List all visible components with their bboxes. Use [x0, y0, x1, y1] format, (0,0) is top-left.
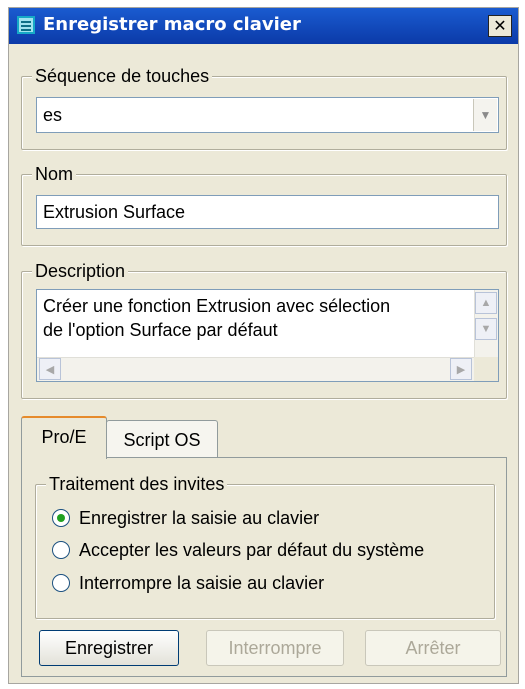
radio-button[interactable]: [52, 574, 70, 592]
scroll-right-icon[interactable]: ▶: [450, 358, 472, 380]
radio-interrupt-input[interactable]: Interrompre la saisie au clavier: [52, 571, 324, 595]
interrupt-button[interactable]: Interrompre: [206, 630, 344, 666]
title-bar[interactable]: Enregistrer macro clavier ✕: [9, 8, 518, 44]
horizontal-scrollbar[interactable]: ◀ ▶: [37, 357, 474, 381]
window-title: Enregistrer macro clavier: [43, 14, 301, 35]
radio-label: Enregistrer la saisie au clavier: [79, 507, 320, 528]
scroll-down-icon[interactable]: ▼: [475, 318, 497, 340]
stop-button-label: Arrêter: [405, 638, 461, 658]
close-button[interactable]: ✕: [488, 15, 512, 37]
tab-panel: Traitement des invites Enregistrer la sa…: [21, 457, 507, 677]
tab-pro-e-label: Pro/E: [41, 427, 87, 447]
name-legend: Nom: [32, 163, 77, 185]
name-value: Extrusion Surface: [43, 202, 186, 222]
scroll-left-icon[interactable]: ◀: [39, 358, 61, 380]
name-group: Nom Extrusion Surface: [21, 163, 507, 246]
radio-label: Interrompre la saisie au clavier: [79, 572, 325, 593]
tab-pro-e[interactable]: Pro/E: [21, 416, 107, 459]
tab-script-os[interactable]: Script OS: [106, 420, 218, 458]
radio-accept-defaults[interactable]: Accepter les valeurs par défaut du systè…: [52, 538, 424, 562]
prompt-handling-legend: Traitement des invites: [46, 473, 228, 495]
key-sequence-combo[interactable]: es ▼: [36, 97, 499, 133]
vertical-scrollbar[interactable]: ▲ ▼: [474, 290, 498, 358]
stop-button[interactable]: Arrêter: [365, 630, 501, 666]
key-sequence-value: es: [43, 105, 63, 125]
description-textarea[interactable]: Créer une fonction Extrusion avec sélect…: [36, 289, 499, 382]
interrupt-button-label: Interrompre: [228, 638, 322, 658]
record-button-label: Enregistrer: [64, 638, 154, 658]
chevron-down-icon[interactable]: ▼: [473, 99, 497, 131]
key-sequence-legend: Séquence de touches: [32, 65, 213, 87]
prompt-handling-group: Traitement des invites Enregistrer la sa…: [35, 473, 495, 619]
window-icon: [17, 16, 35, 34]
tab-script-os-label: Script OS: [123, 430, 201, 450]
radio-button[interactable]: [52, 541, 70, 559]
record-button[interactable]: Enregistrer: [39, 630, 179, 666]
record-keyboard-macro-dialog: Enregistrer macro clavier ✕ Séquence de …: [8, 7, 519, 684]
description-legend: Description: [32, 260, 129, 282]
radio-button-checked[interactable]: [52, 509, 70, 527]
radio-record-input[interactable]: Enregistrer la saisie au clavier: [52, 506, 319, 530]
description-line: Créer une fonction Extrusion avec sélect…: [43, 296, 391, 316]
description-group: Description Créer une fonction Extrusion…: [21, 260, 507, 399]
radio-label: Accepter les valeurs par défaut du systè…: [79, 539, 425, 560]
key-sequence-group: Séquence de touches es ▼: [21, 65, 507, 150]
scroll-up-icon[interactable]: ▲: [475, 292, 497, 314]
description-text: Créer une fonction Extrusion avec sélect…: [43, 294, 471, 342]
scrollbar-corner: [474, 357, 498, 381]
name-input[interactable]: Extrusion Surface: [36, 195, 499, 229]
close-icon: ✕: [493, 16, 507, 35]
description-line: de l'option Surface par défaut: [43, 320, 278, 340]
